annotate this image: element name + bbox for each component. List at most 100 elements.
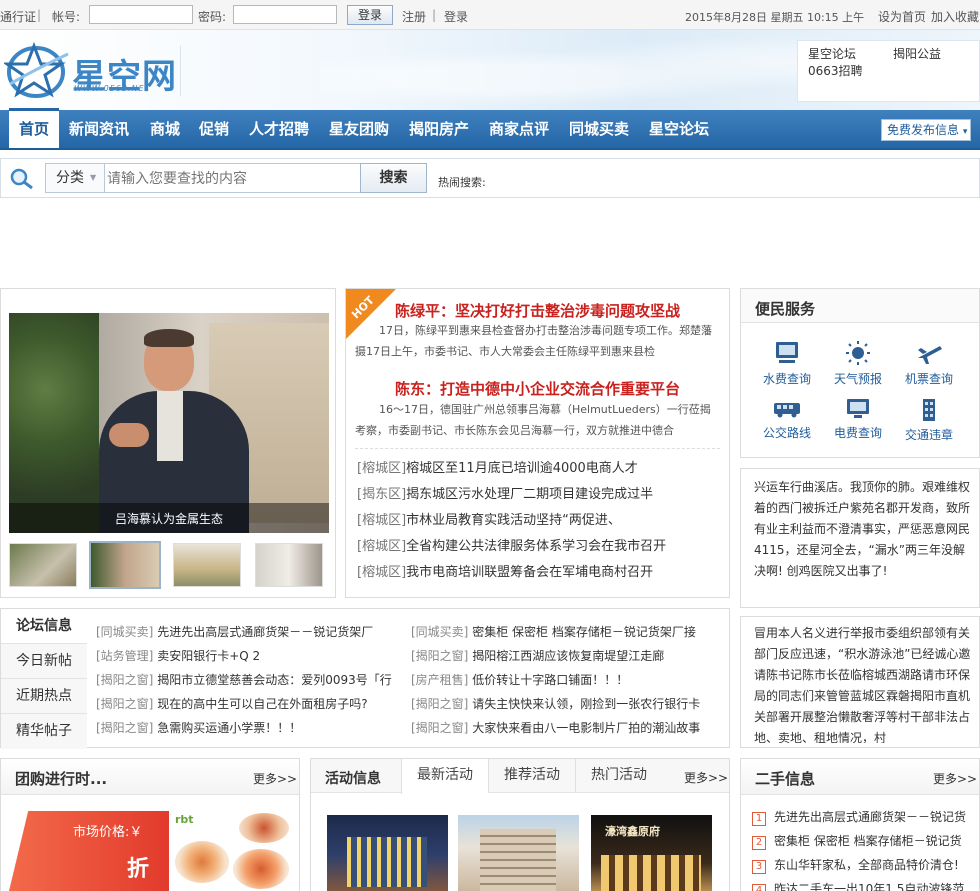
group-buy-title: 团购进行时... <box>15 770 108 788</box>
thumbnail[interactable] <box>173 543 241 587</box>
quick-link-jobs[interactable]: 0663招聘 <box>808 62 863 79</box>
nav-item-forum[interactable]: 星空论坛 <box>649 110 709 148</box>
service-traffic[interactable]: 交通违章 <box>897 398 961 443</box>
forum-title: 急需购买运通小学票！！！ <box>157 721 302 735</box>
tab-recommended-activity[interactable]: 推荐活动 <box>488 759 575 792</box>
logo-star-icon[interactable] <box>4 40 72 102</box>
register-link[interactable]: 注册 <box>402 8 426 25</box>
tab-hot-activity[interactable]: 热门活动 <box>575 759 662 792</box>
service-flights[interactable]: 机票查询 <box>897 340 961 387</box>
nav-item-home[interactable]: 首页 <box>9 108 59 148</box>
notice-text[interactable]: 冒用本人名义进行举报市委组织部领有关部门反应迅速，“积水游泳池”已经诚心邀请陈书… <box>754 623 974 743</box>
forum-row[interactable]: [揭阳之窗] 揭阳市立德堂慈善会动态：爱列0093号「行 <box>96 671 396 688</box>
search-bar: 分类 ▼ 搜索 热闹搜索: <box>0 158 980 198</box>
nav-item-reviews[interactable]: 商家点评 <box>489 110 549 148</box>
nav-item-jobs[interactable]: 人才招聘 <box>249 110 309 148</box>
forum-row[interactable]: [同城买卖] 密集柜 保密柜 档案存储柜－锐记货架厂接 <box>411 623 721 640</box>
tab-hot-topics[interactable]: 近期热点 <box>1 679 87 714</box>
sign-text: 濠湾鑫原府 <box>605 825 660 838</box>
more-link[interactable]: 更多>> <box>684 769 728 786</box>
nav-item-realestate[interactable]: 揭阳房产 <box>409 110 469 148</box>
headline-title[interactable]: 陈绿平：坚决打好打击整治涉毒问题攻坚战 <box>395 300 680 321</box>
search-category-select[interactable]: 分类 ▼ <box>45 163 105 193</box>
nav-item-news[interactable]: 新闻资讯 <box>69 110 129 148</box>
slideshow-image[interactable]: 吕海慕认为金属生态 <box>9 313 329 533</box>
food-dish <box>233 849 289 889</box>
secondhand-item[interactable]: 1 先进先出高层式通廊货架－－锐记货 <box>752 808 972 826</box>
set-home-link[interactable]: 设为首页 <box>878 8 926 25</box>
news-item[interactable]: [榕城区]市林业局教育实践活动坚持“两促进、 <box>357 509 621 528</box>
forum-row[interactable]: [房产租售] 低价转让十字路口铺面！！！ <box>411 671 721 688</box>
thumbnail[interactable] <box>255 543 323 587</box>
news-item[interactable]: [榕城区]榕城区至11月底已培训逾4000电商人才 <box>357 457 638 476</box>
forum-row[interactable]: [揭阳之窗] 现在的高中生可以自己在外面租房子吗? <box>96 695 396 712</box>
tab-featured[interactable]: 精华帖子 <box>1 714 87 749</box>
tab-today-posts[interactable]: 今日新帖 <box>1 644 87 679</box>
more-link[interactable]: 更多>> <box>253 770 297 787</box>
forum-title: 揭阳市立德堂慈善会动态：爱列0093号「行 <box>157 673 392 687</box>
service-water[interactable]: 水费查询 <box>755 340 819 387</box>
forum-tag: [揭阳之窗] <box>96 673 154 687</box>
account-input[interactable] <box>89 5 193 24</box>
forum-title: 先进先出高层式通廊货架－－锐记货架厂 <box>157 625 374 639</box>
forum-row[interactable]: [同城买卖] 先进先出高层式通廊货架－－锐记货架厂 <box>96 623 396 640</box>
food-image[interactable]: rbt <box>169 811 291 891</box>
search-button[interactable]: 搜索 <box>360 163 427 193</box>
quick-link-charity[interactable]: 揭阳公益 <box>893 45 941 62</box>
forum-title: 密集柜 保密柜 档案存储柜－锐记货架厂接 <box>472 625 696 639</box>
news-item[interactable]: [榕城区]全省构建公共法律服务体系学习会在我市召开 <box>357 535 666 554</box>
storefront-lights <box>601 855 701 891</box>
forum-title: 卖安阳银行卡+Q 2 <box>157 649 261 663</box>
nav-item-groupbuy[interactable]: 星友团购 <box>329 110 389 148</box>
activity-image[interactable] <box>327 815 448 891</box>
activity-panel: 活动信息 最新活动 推荐活动 热门活动 更多>> 濠湾鑫原府 <box>310 758 730 891</box>
forum-title: 现在的高中生可以自己在外面租房子吗? <box>157 697 368 711</box>
service-electricity[interactable]: 电费查询 <box>826 398 890 441</box>
nav-item-promo[interactable]: 促销 <box>199 110 229 148</box>
notice-text[interactable]: 兴运车行曲溪店。我顶你的肺。艰难维权着的西门被拆迁户紫苑名郡开发商，致所有业主利… <box>754 477 974 603</box>
forum-row[interactable]: [揭阳之窗] 大家快来看由八一电影制片厂拍的潮汕故事 <box>411 719 721 736</box>
tab-forum-info[interactable]: 论坛信息 <box>1 609 87 644</box>
news-item[interactable]: [揭东区]揭东城区污水处理厂二期项目建设完成过半 <box>357 483 653 502</box>
secondhand-title: 二手信息 <box>755 770 816 788</box>
service-bus[interactable]: 公交路线 <box>755 398 819 441</box>
free-post-button[interactable]: 免费发布信息 ▾ <box>881 119 971 141</box>
forum-row[interactable]: [揭阳之窗] 急需购买运通小学票！！！ <box>96 719 396 736</box>
service-label: 交通违章 <box>904 428 953 442</box>
forum-row[interactable]: [揭阳之窗] 揭阳榕江西湖应该恢复南堤望江走廊 <box>411 647 721 664</box>
headline-title[interactable]: 陈东：打造中德中小企业交流合作重要平台 <box>395 378 680 399</box>
service-label: 天气预报 <box>833 372 882 386</box>
building-icon <box>923 399 935 421</box>
service-label: 电费查询 <box>833 426 882 440</box>
news-title: 榕城区至11月底已培训逾4000电商人才 <box>406 461 638 476</box>
tab-latest-activity[interactable]: 最新活动 <box>401 759 488 794</box>
add-favorite-link[interactable]: 加入收藏 <box>931 8 979 25</box>
search-input[interactable] <box>104 163 361 193</box>
secondhand-item[interactable]: 2 密集柜 保密柜 档案存储柜－锐记货 <box>752 832 972 850</box>
airplane-icon <box>918 346 942 364</box>
forum-row[interactable]: [站务管理] 卖安阳银行卡+Q 2 <box>96 647 396 664</box>
nav-item-mall[interactable]: 商城 <box>150 110 180 148</box>
secondhand-item[interactable]: 3 东山华轩家私，全部商品特价清仓! <box>752 856 972 874</box>
rank-badge: 1 <box>752 812 766 826</box>
news-item[interactable]: [榕城区]我市电商培训联盟筹备会在军埔电商村召开 <box>357 561 653 580</box>
password-input[interactable] <box>233 5 337 24</box>
forum-tag: [揭阳之窗] <box>96 697 154 711</box>
login-link[interactable]: 登录 <box>444 8 468 25</box>
news-title: 我市电商培训联盟筹备会在军埔电商村召开 <box>406 565 654 580</box>
quick-link-forum[interactable]: 星空论坛 <box>808 45 856 62</box>
thumbnail[interactable] <box>9 543 77 587</box>
more-link[interactable]: 更多>> <box>933 770 977 787</box>
activity-image[interactable] <box>458 815 579 891</box>
hand-shape <box>109 423 149 447</box>
quick-links: 星空论坛 揭阳公益 0663招聘 <box>797 40 980 102</box>
thumbnail-active[interactable] <box>89 541 161 589</box>
activity-image[interactable]: 濠湾鑫原府 <box>591 815 712 891</box>
nav-item-trade[interactable]: 同城买卖 <box>569 110 629 148</box>
forum-row[interactable]: [揭阳之窗] 请失主快快来认领，刚捡到一张农行银行卡 <box>411 695 721 712</box>
service-weather[interactable]: 天气预报 <box>826 340 890 387</box>
login-button[interactable]: 登录 <box>347 5 393 25</box>
hair-shape <box>144 329 194 347</box>
secondhand-item[interactable]: 4 昨达二手车一出10年1.5自动波锋范 <box>752 880 972 891</box>
forum-title: 揭阳榕江西湖应该恢复南堤望江走廊 <box>472 649 665 663</box>
